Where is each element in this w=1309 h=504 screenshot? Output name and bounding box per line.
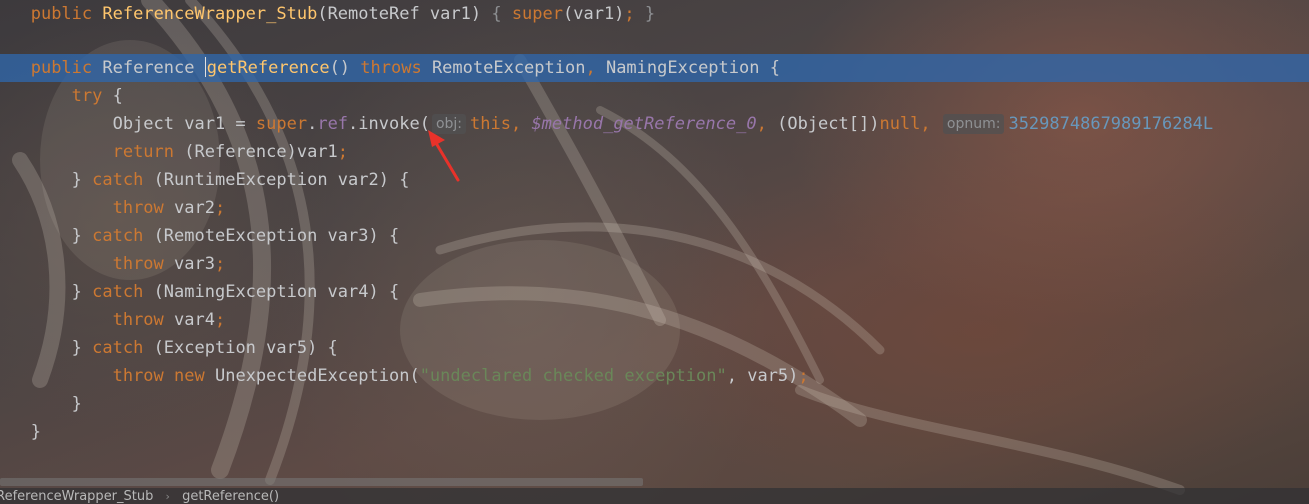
code-line-close-try[interactable]: } [0, 390, 1309, 418]
breadcrumb: ReferenceWrapper_Stub › getReference() [0, 488, 1309, 504]
keyword-public: public [30, 4, 93, 24]
code-line-catch-remote[interactable]: } catch (RemoteException var3) { [0, 222, 1309, 250]
breadcrumb-separator-icon: › [165, 490, 170, 503]
method-name: getReference [206, 58, 330, 78]
catch-clause: (RemoteException var3) { [143, 226, 400, 246]
close-brace: } [71, 170, 93, 190]
code-line-catch-exception[interactable]: } catch (Exception var5) { [0, 334, 1309, 362]
keyword-try: try [71, 86, 103, 106]
return-type: Reference [92, 58, 205, 78]
code-line-constructor[interactable]: public ReferenceWrapper_Stub(RemoteRef v… [0, 0, 1309, 28]
return-expression: (Reference)var1 [174, 142, 338, 162]
keyword-new: new [174, 366, 205, 386]
code-line-try[interactable]: try { [0, 82, 1309, 110]
close-brace: } [30, 422, 41, 442]
parameter-hint-obj: obj: [431, 114, 466, 134]
brace-open: { [491, 4, 512, 24]
comma: , [510, 114, 532, 134]
constructor-name: ReferenceWrapper_Stub [102, 4, 318, 24]
constructor-params: (RemoteRef var1) [317, 4, 492, 24]
code-editor[interactable]: public ReferenceWrapper_Stub(RemoteRef v… [0, 0, 1309, 480]
code-line-catch-naming[interactable]: } catch (NamingException var4) { [0, 278, 1309, 306]
semicolon: ; [214, 254, 226, 274]
code-line-throw-var3[interactable]: throw var3; [0, 250, 1309, 278]
keyword-throw: throw [112, 310, 164, 330]
keyword-throw: throw [112, 366, 164, 386]
field-ref: ref [317, 114, 349, 134]
code-line-catch-runtime[interactable]: } catch (RuntimeException var2) { [0, 166, 1309, 194]
semicolon: ; [214, 310, 226, 330]
keyword-throw: throw [112, 198, 164, 218]
breadcrumb-item-class[interactable]: ReferenceWrapper_Stub [0, 488, 153, 504]
keyword-catch: catch [92, 338, 144, 358]
throw-target: var3 [163, 254, 215, 274]
code-line-throw-unexpected[interactable]: throw new UnexpectedException("undeclare… [0, 362, 1309, 390]
keyword-this: this [470, 114, 511, 134]
text-caret [204, 57, 206, 77]
keyword-super: super [511, 4, 563, 24]
close-brace: } [71, 338, 93, 358]
close-brace: } [71, 282, 93, 302]
object-array-cast: (Object[]) [777, 114, 880, 134]
var-declaration: Object var1 = [112, 114, 256, 134]
semicolon: ; [798, 366, 809, 386]
exception-constructor: UnexpectedException( [204, 366, 420, 386]
exception-naming: NamingException { [595, 58, 780, 78]
static-field-method: $method_getReference_0 [531, 114, 757, 134]
catch-clause: (NamingException var4) { [143, 282, 400, 302]
code-line-method-signature[interactable]: public Reference getReference() throws R… [0, 54, 1309, 82]
invoke-call: .invoke( [348, 114, 430, 134]
keyword-throw: throw [112, 254, 164, 274]
catch-clause: (RuntimeException var2) { [143, 170, 410, 190]
keyword-catch: catch [92, 170, 144, 190]
brace-close: } [644, 4, 656, 24]
keyword-throws: throws [360, 58, 422, 78]
keyword-public: public [30, 58, 93, 78]
super-args: (var1) [563, 4, 625, 24]
code-line-close-method[interactable]: } [0, 418, 1309, 446]
dot: . [307, 114, 318, 134]
keyword-super: super [255, 114, 308, 134]
semicolon: ; [624, 4, 645, 24]
comma: , [585, 58, 596, 78]
keyword-return: return [112, 142, 175, 162]
parameter-hint-opnum: opnum: [942, 114, 1005, 134]
keyword-catch: catch [92, 226, 144, 246]
semicolon: ; [337, 142, 349, 162]
catch-clause: (Exception var5) { [143, 338, 338, 358]
horizontal-scrollbar[interactable] [0, 478, 643, 486]
exception-remote: RemoteException [421, 58, 586, 78]
constructor-args: , var5) [726, 366, 799, 386]
method-parens: () [329, 58, 361, 78]
keyword-catch: catch [92, 282, 144, 302]
semicolon: ; [214, 198, 226, 218]
string-literal: "undeclared checked exception" [419, 366, 727, 386]
code-line-throw-var2[interactable]: throw var2; [0, 194, 1309, 222]
close-brace: } [71, 226, 93, 246]
keyword-null: null [879, 114, 921, 134]
code-line-throw-var4[interactable]: throw var4; [0, 306, 1309, 334]
code-line-return[interactable]: return (Reference)var1; [0, 138, 1309, 166]
throw-target: var4 [163, 310, 215, 330]
comma: , [756, 114, 778, 134]
opnum-literal: 3529874867989176284L [1008, 114, 1214, 134]
breadcrumb-item-method[interactable]: getReference() [182, 488, 279, 504]
try-brace: { [102, 86, 123, 106]
throw-target: var2 [163, 198, 215, 218]
code-line-invoke[interactable]: Object var1 = super.ref.invoke(obj: this,… [0, 110, 1309, 138]
comma: , [920, 114, 941, 134]
close-brace: } [71, 394, 82, 414]
